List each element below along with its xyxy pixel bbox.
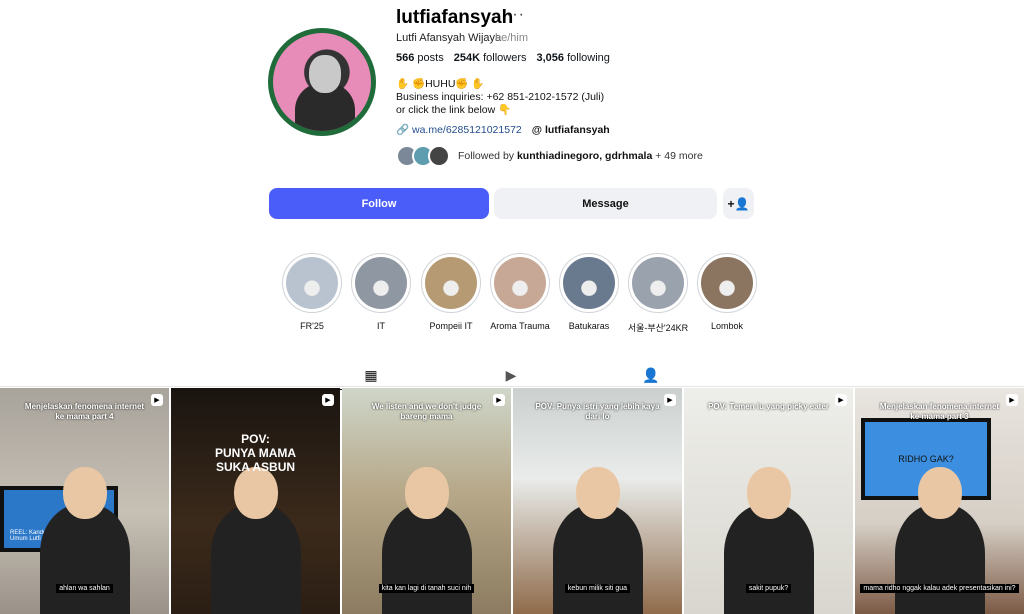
profile-links: 🔗 wa.me/6285121021572 @ lutfiafansyah bbox=[396, 123, 610, 137]
followed-by[interactable]: Followed by kunthiadinegoro, gdrhmala + … bbox=[396, 145, 703, 167]
reel-icon: ▶ bbox=[835, 394, 847, 406]
pronouns: he/him bbox=[495, 32, 529, 44]
highlight-cover bbox=[421, 253, 481, 313]
threads-icon: @ bbox=[531, 123, 543, 136]
highlight-cover bbox=[697, 253, 757, 313]
person-body bbox=[210, 504, 301, 614]
reel-icon: ▶ bbox=[1006, 394, 1018, 406]
username: lutfiafansyah bbox=[396, 7, 514, 28]
more-options-icon[interactable]: ··· bbox=[506, 6, 525, 24]
highlight-label: Batukaras bbox=[568, 321, 610, 331]
reel-icon: ▶ bbox=[151, 394, 163, 406]
person-head bbox=[233, 467, 278, 519]
highlight-label: 서울-부산'24KR bbox=[627, 323, 689, 333]
post-subtitle: kebun milik siti gua bbox=[513, 584, 682, 593]
post-subtitle: mama ridho nggak kalau adek presentasika… bbox=[855, 584, 1024, 593]
highlight-cover bbox=[282, 253, 342, 313]
link-icon: 🔗 bbox=[396, 124, 410, 136]
follow-button[interactable]: Follow bbox=[269, 188, 489, 219]
person-head bbox=[404, 467, 449, 519]
highlight-label: FR'25 bbox=[300, 321, 324, 331]
highlight-label: IT bbox=[377, 321, 385, 331]
person-head bbox=[575, 467, 620, 519]
followers-stat[interactable]: 254K followers bbox=[454, 52, 527, 64]
post-subtitle: kita kan lagi di tanah suci nih bbox=[342, 584, 511, 593]
post-subtitle: ahlan wa sahlan bbox=[0, 584, 169, 593]
full-name: Lutfi Afansyah Wijaya bbox=[396, 32, 502, 44]
post-caption: Menjelaskan fenomena internet ke mama pa… bbox=[879, 402, 1000, 421]
person-head bbox=[746, 467, 791, 519]
highlight-label: Pompeii IT bbox=[429, 321, 473, 331]
reel-icon: ▶ bbox=[493, 394, 505, 406]
profile-page: lutfiafansyah ··· Lutfi Afansyah Wijaya … bbox=[0, 0, 1024, 614]
highlight-item[interactable]: IT bbox=[348, 253, 414, 331]
suggest-user-icon[interactable]: +👤 bbox=[723, 188, 754, 219]
highlight-item[interactable]: Aroma Trauma bbox=[487, 253, 553, 331]
post-title: POV: PUNYA MAMA SUKA ASBUN bbox=[214, 432, 297, 474]
post-tile[interactable]: POV: PUNYA MAMA SUKA ASBUN ▶ bbox=[171, 388, 340, 614]
post-tile[interactable]: REEL: Kandumer Pengelolaan Umum LutfiMen… bbox=[0, 388, 169, 614]
posts-grid: REEL: Kandumer Pengelolaan Umum LutfiMen… bbox=[0, 388, 1024, 614]
external-link[interactable]: 🔗 wa.me/6285121021572 bbox=[396, 123, 522, 136]
tagged-icon: 👤 bbox=[642, 366, 660, 383]
posts-stat: 566 posts bbox=[396, 52, 444, 64]
post-caption: POV: Temen lu yang picky eater bbox=[708, 402, 829, 411]
highlight-cover bbox=[628, 253, 688, 313]
highlight-cover bbox=[490, 253, 550, 313]
following-stat[interactable]: 3,056 following bbox=[536, 52, 609, 64]
profile-avatar[interactable] bbox=[268, 28, 376, 136]
post-tile[interactable]: POV: Punya istri yang lebih kaya dari lo… bbox=[513, 388, 682, 614]
post-tile[interactable]: POV: Temen lu yang picky eater sakit pupu… bbox=[684, 388, 853, 614]
highlight-item[interactable]: FR'25 bbox=[279, 253, 345, 331]
person-head bbox=[917, 467, 962, 519]
post-caption: POV: Punya istri yang lebih kaya dari lo bbox=[535, 402, 660, 421]
highlight-item[interactable]: Lombok bbox=[694, 253, 760, 331]
reel-icon: ▶ bbox=[664, 394, 676, 406]
post-caption: Menjelaskan fenomena internet ke mama pa… bbox=[24, 402, 145, 421]
highlight-cover bbox=[559, 253, 619, 313]
highlight-label: Lombok bbox=[710, 321, 744, 331]
tab-reels[interactable]: ▶ bbox=[488, 362, 534, 388]
avatar-image bbox=[273, 33, 371, 131]
person-body bbox=[39, 504, 130, 614]
post-tile[interactable]: RIDHO GAK? Menjelaskan fenomena internet … bbox=[855, 388, 1024, 614]
highlight-cover bbox=[351, 253, 411, 313]
person-body bbox=[552, 504, 643, 614]
reel-icon: ▶ bbox=[322, 394, 334, 406]
tab-posts[interactable]: ▦ bbox=[336, 362, 406, 390]
grid-icon: ▦ bbox=[364, 366, 378, 383]
person-body bbox=[381, 504, 472, 614]
person-body bbox=[723, 504, 814, 614]
person-head bbox=[62, 467, 107, 519]
highlight-item[interactable]: Batukaras bbox=[556, 253, 622, 331]
bio: ✋ ✊HUHU✊ ✋ Business inquiries: +62 851-2… bbox=[396, 78, 605, 116]
post-tile[interactable]: We listen and we don't judge bareng mama… bbox=[342, 388, 511, 614]
tab-tagged[interactable]: 👤 bbox=[628, 362, 674, 388]
mutual-avatars bbox=[396, 145, 450, 167]
highlight-label: Aroma Trauma bbox=[490, 321, 550, 331]
highlight-item[interactable]: Pompeii IT bbox=[418, 253, 484, 331]
post-caption: We listen and we don't judge bareng mama bbox=[371, 402, 482, 421]
threads-link[interactable]: @ lutfiafansyah bbox=[532, 124, 610, 136]
message-button[interactable]: Message bbox=[494, 188, 717, 219]
avatar bbox=[428, 145, 450, 167]
reels-icon: ▶ bbox=[505, 366, 517, 383]
profile-stats: 566 posts 254K followers 3,056 following bbox=[396, 52, 610, 64]
highlight-item[interactable]: 서울-부산'24KR bbox=[625, 253, 691, 334]
person-body bbox=[894, 504, 985, 614]
post-subtitle: sakit pupuk? bbox=[684, 584, 853, 593]
